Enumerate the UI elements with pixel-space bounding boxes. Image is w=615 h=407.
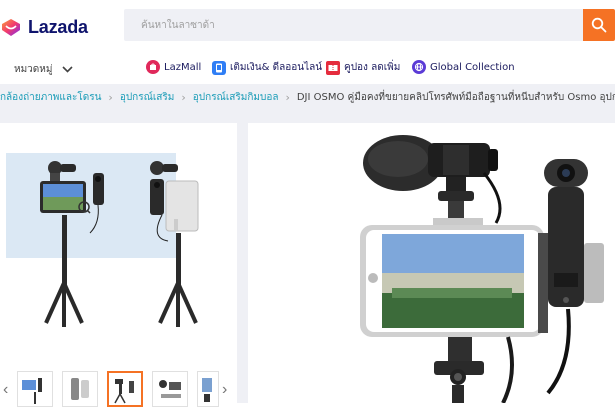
nav-link-lazmall[interactable]: LazMall (146, 60, 201, 74)
breadcrumb: กล้องถ่ายภาพและโดรน › อุปกรณ์เสริม › อุป… (0, 84, 615, 111)
thumbnail-active[interactable] (107, 371, 143, 407)
logo-text: Lazada (28, 16, 88, 37)
breadcrumb-current: DJI OSMO คู่มือคงที่ขยายคลิปโทรศัพท์มือถ… (296, 92, 615, 103)
category-label: หมวดหมู่ (14, 64, 53, 75)
search-icon (591, 17, 607, 33)
category-dropdown[interactable]: หมวดหมู่ (14, 62, 74, 77)
nav-link-label: LazMall (164, 61, 202, 73)
breadcrumb-item-gimbal-accessories[interactable]: อุปกรณ์เสริมกิมบอล (193, 90, 279, 105)
chevron-right-icon: › (181, 91, 186, 104)
lazmall-icon (146, 60, 160, 74)
search-input[interactable] (124, 9, 585, 41)
top-nav: หมวดหมู่ LazMall เติมเงิน& ดีลออนไลน์ คู… (0, 52, 615, 84)
lazada-logo[interactable]: Lazada (0, 14, 88, 40)
global-collection-icon (412, 60, 426, 74)
nav-link-global-collection[interactable]: Global Collection (412, 60, 515, 74)
thumbnail[interactable] (152, 371, 188, 407)
main-product-image[interactable] (0, 123, 237, 358)
topup-icon (212, 60, 226, 75)
breadcrumb-item-accessories[interactable]: อุปกรณ์เสริม (120, 90, 175, 105)
thumbnail[interactable] (62, 371, 98, 407)
chevron-left-icon[interactable]: ‹ (3, 381, 8, 399)
lazada-heart-icon (2, 19, 20, 36)
breadcrumb-item-cameras[interactable]: กล้องถ่ายภาพและโดรน (0, 90, 101, 105)
nav-link-voucher[interactable]: คูปอง ลดเพิ่ม (326, 60, 400, 75)
thumbnail[interactable] (17, 371, 53, 407)
nav-link-topup[interactable]: เติมเงิน& ดีลออนไลน์ (212, 60, 322, 75)
chevron-right-icon: › (108, 91, 113, 104)
product-section: ‹ › (0, 111, 615, 407)
thumbnail-strip: ‹ › (0, 371, 237, 407)
product-gallery: ‹ › (0, 123, 237, 407)
smartphone (360, 225, 544, 337)
thumbnail[interactable] (197, 371, 219, 407)
voucher-icon (326, 60, 340, 75)
search-button[interactable] (583, 9, 615, 41)
nav-link-label: คูปอง ลดเพิ่ม (344, 62, 401, 73)
chevron-down-icon (62, 66, 74, 73)
chevron-right-icon: › (285, 91, 290, 104)
search-bar (124, 9, 585, 41)
site-header: Lazada (0, 0, 615, 52)
nav-link-label: Global Collection (430, 61, 515, 73)
nav-link-label: เติมเงิน& ดีลออนไลน์ (230, 62, 323, 73)
product-photo (248, 123, 615, 403)
chevron-right-icon[interactable]: › (222, 381, 227, 399)
